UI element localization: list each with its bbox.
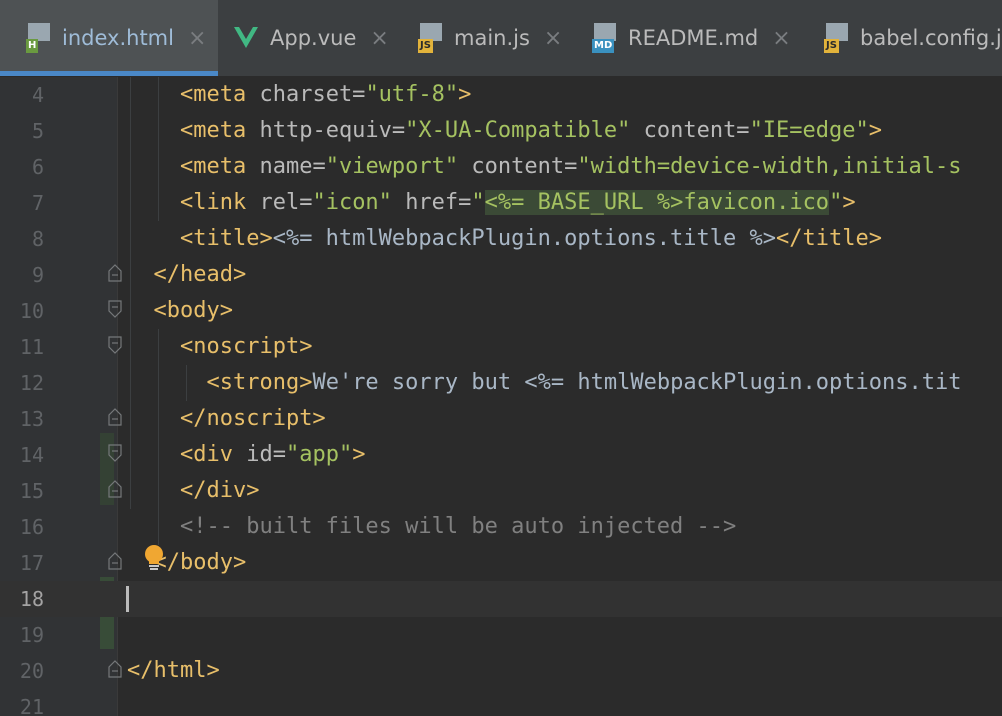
tab-close-icon[interactable]: ×	[772, 26, 790, 51]
vue-file-icon	[234, 27, 258, 48]
line-number: 6	[31, 155, 44, 179]
active-tab-indicator	[0, 71, 218, 76]
fold-start-icon[interactable]	[108, 300, 122, 318]
fold-end-icon[interactable]	[108, 408, 122, 426]
code-line: 15 </div>	[0, 473, 1002, 509]
fold-start-icon[interactable]	[108, 444, 122, 462]
code-line: 5 <meta http-equiv="X-UA-Compatible" con…	[0, 113, 1002, 149]
code-line: 10 <body>	[0, 293, 1002, 329]
code-line: 8 <title><%= htmlWebpackPlugin.options.t…	[0, 221, 1002, 257]
tab-label: README.md	[628, 26, 759, 50]
code-line: 16 <!-- built files will be auto injecte…	[0, 509, 1002, 545]
text-caret	[126, 586, 129, 612]
code-line: 4 <meta charset="utf-8">	[0, 77, 1002, 113]
line-number: 5	[31, 119, 44, 143]
tab-label: babel.config.js	[860, 26, 1002, 50]
code-line: 9 </head>	[0, 257, 1002, 293]
code-text: </noscript>	[179, 406, 326, 431]
code-line: 7 <link rel="icon" href="<%= BASE_URL %>…	[0, 185, 1002, 221]
line-number: 18	[19, 587, 44, 611]
code-line: 14 <div id="app">	[0, 437, 1002, 473]
code-text: </head>	[153, 262, 247, 287]
line-number: 12	[19, 371, 44, 395]
tab-close-icon[interactable]: ×	[188, 26, 206, 51]
line-number: 9	[31, 263, 44, 287]
js-file-icon: JS	[418, 23, 444, 53]
tab-label: index.html	[62, 26, 174, 50]
code-line-current[interactable]: 18	[0, 581, 1002, 617]
tab-close-icon[interactable]: ×	[544, 26, 562, 51]
code-text: <meta name="viewport" content="width=dev…	[179, 154, 962, 179]
code-text: </div>	[179, 478, 260, 503]
fold-end-icon[interactable]	[108, 480, 122, 498]
fold-end-icon[interactable]	[108, 660, 122, 678]
line-number: 15	[19, 479, 44, 503]
template-expression: <%= BASE_URL %>	[484, 190, 684, 215]
code-line: 11 <noscript>	[0, 329, 1002, 365]
tab-label: App.vue	[270, 26, 357, 50]
line-number: 21	[19, 695, 44, 716]
line-number: 8	[31, 227, 44, 251]
code-line: 20 </html>	[0, 653, 1002, 689]
code-text: <div id="app">	[179, 442, 366, 467]
tab-label: main.js	[454, 26, 530, 50]
editor-tab-bar: H index.html × App.vue × JS main.js × MD…	[0, 0, 1002, 77]
line-number: 19	[19, 623, 44, 647]
line-number: 4	[31, 83, 44, 107]
line-number: 13	[19, 407, 44, 431]
code-text: </html>	[127, 658, 220, 683]
code-line: 12 <strong>We're sorry but <%= htmlWebpa…	[0, 365, 1002, 401]
fold-end-icon[interactable]	[108, 552, 122, 570]
code-text: <strong>We're sorry but <%= htmlWebpackP…	[206, 370, 962, 395]
code-text: <link rel="icon" href="<%= BASE_URL %>fa…	[179, 190, 856, 215]
code-text: <!-- built files will be auto injected -…	[179, 514, 737, 539]
line-number: 14	[19, 443, 44, 467]
code-line: 13 </noscript>	[0, 401, 1002, 437]
tab-close-icon[interactable]: ×	[370, 26, 388, 51]
code-text: <noscript>	[179, 334, 313, 359]
js-file-icon: JS	[824, 23, 850, 53]
fold-end-icon[interactable]	[108, 264, 122, 282]
line-number: 20	[19, 659, 44, 683]
fold-start-icon[interactable]	[108, 336, 122, 354]
code-line: 21	[0, 689, 1002, 716]
html-file-icon: H	[26, 23, 52, 53]
tab-app-vue[interactable]: App.vue ×	[220, 0, 400, 76]
code-line: 19	[0, 617, 1002, 653]
code-editor[interactable]: 4 <meta charset="utf-8"> 5 <meta http-eq…	[0, 77, 1002, 716]
tab-index-html[interactable]: H index.html ×	[0, 0, 218, 76]
markdown-file-icon: MD	[592, 23, 618, 53]
line-number: 17	[19, 551, 44, 575]
code-text: <meta charset="utf-8">	[179, 82, 472, 107]
line-number: 11	[19, 335, 44, 359]
code-text: <meta http-equiv="X-UA-Compatible" conte…	[179, 118, 883, 143]
line-number: 16	[19, 515, 44, 539]
code-text: <body>	[153, 298, 233, 323]
lightbulb-icon[interactable]	[142, 544, 166, 574]
tab-main-js[interactable]: JS main.js ×	[404, 0, 574, 76]
tab-readme-md[interactable]: MD README.md ×	[578, 0, 808, 76]
tab-babel-config-js[interactable]: JS babel.config.js	[810, 0, 1002, 76]
code-line: 6 <meta name="viewport" content="width=d…	[0, 149, 1002, 185]
line-number: 10	[19, 299, 44, 323]
code-text: <title><%= htmlWebpackPlugin.options.tit…	[179, 226, 882, 251]
line-number: 7	[31, 191, 44, 215]
